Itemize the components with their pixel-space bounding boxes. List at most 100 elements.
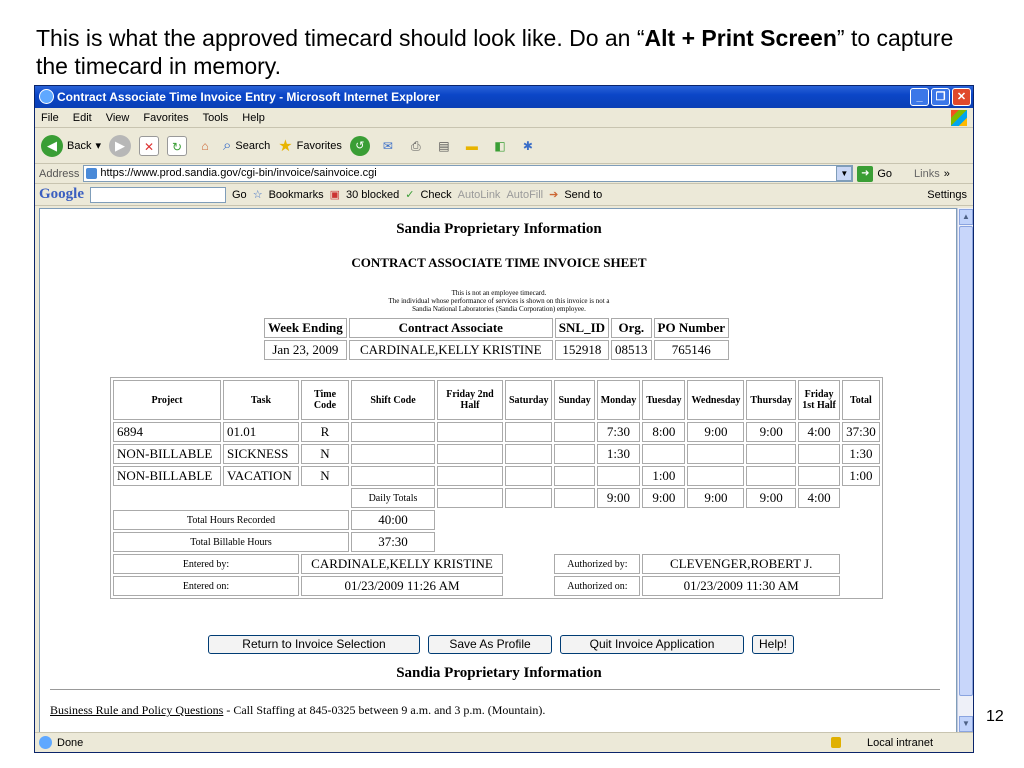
menu-edit[interactable]: Edit xyxy=(73,108,92,127)
cell-tuesday xyxy=(642,444,686,464)
page-number: 12 xyxy=(986,708,1004,725)
authorized-on-label: Authorized on: xyxy=(554,576,641,596)
star-icon[interactable]: ☆ xyxy=(253,188,263,201)
total-hours-value: 40:00 xyxy=(351,510,435,530)
zone-label: Local intranet xyxy=(866,737,933,749)
po-number-header: PO Number xyxy=(653,318,730,338)
back-button[interactable]: ◀ Back ▾ xyxy=(41,134,101,157)
cell-friday-2nd xyxy=(437,444,503,464)
go-button[interactable]: ➜ xyxy=(857,165,874,182)
scroll-down-icon[interactable]: ▼ xyxy=(959,716,973,732)
menu-tools[interactable]: Tools xyxy=(203,108,229,127)
daily-totals-row: Daily Totals 9:00 9:00 9:00 9:00 4:00 xyxy=(113,488,880,508)
back-arrow-icon: ◀ xyxy=(41,134,63,157)
search-icon: ⌕ xyxy=(223,137,232,154)
billable-hours-row: Total Billable Hours 37:30 xyxy=(113,532,880,552)
total-friday-1st: 4:00 xyxy=(798,488,841,508)
mail-icon[interactable]: ✉ xyxy=(378,136,398,156)
scroll-up-icon[interactable]: ▲ xyxy=(959,209,973,225)
page-icon xyxy=(86,168,98,179)
cell-task: 01.01 xyxy=(223,422,299,442)
cell-wednesday: 9:00 xyxy=(687,422,745,442)
messenger-icon[interactable]: ✱ xyxy=(518,136,538,156)
col-monday: Monday xyxy=(596,380,641,420)
autofill-button[interactable]: AutoFill xyxy=(506,189,543,201)
stop-icon[interactable]: ✕ xyxy=(139,135,159,156)
cell-tuesday: 1:00 xyxy=(642,466,686,486)
col-wednesday: Wednesday xyxy=(687,380,745,420)
edit-icon[interactable]: ▤ xyxy=(434,136,454,156)
total-tuesday: 9:00 xyxy=(642,488,686,508)
forward-button[interactable]: ▶ xyxy=(109,134,131,157)
browser-window: Contract Associate Time Invoice Entry - … xyxy=(34,85,974,753)
folder-icon[interactable]: ▬ xyxy=(462,136,482,156)
chevron-right-icon[interactable]: » xyxy=(944,168,950,180)
total-wednesday: 9:00 xyxy=(687,488,745,508)
cell-total: 1:30 xyxy=(842,444,880,464)
cell-thursday: 9:00 xyxy=(746,422,797,442)
policy-link[interactable]: Business Rule and Policy Questions xyxy=(50,703,223,717)
entered-by-value: CARDINALE,KELLY KRISTINE xyxy=(301,554,503,574)
status-text: Done xyxy=(57,737,84,749)
vertical-scrollbar[interactable]: ▲ ▼ xyxy=(957,208,973,733)
cell-friday-1st xyxy=(798,444,841,464)
spacer xyxy=(842,488,880,508)
cell-project: 6894 xyxy=(113,422,221,442)
address-input[interactable]: https://www.prod.sandia.gov/cgi-bin/invo… xyxy=(83,165,854,182)
autolink-button[interactable]: AutoLink xyxy=(458,189,501,201)
authorized-by-value: CLEVENGER,ROBERT J. xyxy=(642,554,841,574)
close-button[interactable]: ✕ xyxy=(952,88,971,106)
blocked-count[interactable]: 30 blocked xyxy=(346,189,399,201)
return-button[interactable]: Return to Invoice Selection xyxy=(208,635,420,654)
scroll-thumb[interactable] xyxy=(959,226,973,696)
minimize-button[interactable]: _ xyxy=(910,88,929,106)
send-icon: ➔ xyxy=(549,189,559,201)
favorites-button[interactable]: ★ Favorites xyxy=(278,136,342,156)
go-label[interactable]: Go xyxy=(877,168,892,180)
quit-button[interactable]: Quit Invoice Application xyxy=(560,635,744,654)
back-label: Back xyxy=(67,139,92,152)
page-icon xyxy=(39,736,52,749)
search-button[interactable]: ⌕ Search xyxy=(223,137,270,154)
links-label[interactable]: Links xyxy=(914,168,940,180)
menu-file[interactable]: File xyxy=(41,108,59,127)
save-profile-button[interactable]: Save As Profile xyxy=(428,635,552,654)
associate-value: CARDINALE,KELLY KRISTINE xyxy=(348,340,553,360)
cell-shift-code xyxy=(351,422,435,442)
menu-favorites[interactable]: Favorites xyxy=(143,108,188,127)
spacer xyxy=(842,554,880,574)
google-logo[interactable]: Google xyxy=(39,186,84,203)
maximize-button[interactable]: ❐ xyxy=(931,88,950,106)
address-value: https://www.prod.sandia.gov/cgi-bin/invo… xyxy=(100,167,377,179)
col-shift-code: Shift Code xyxy=(351,380,435,420)
column-header-row: Project Task Time Code Shift Code Friday… xyxy=(113,380,880,420)
col-tuesday: Tuesday xyxy=(642,380,686,420)
col-task: Task xyxy=(223,380,299,420)
help-button[interactable]: Help! xyxy=(752,635,794,654)
send-to-button[interactable]: Send to xyxy=(564,189,602,201)
divider xyxy=(50,689,940,690)
google-search-input[interactable] xyxy=(90,186,226,203)
menu-help[interactable]: Help xyxy=(242,108,265,127)
title-bar[interactable]: Contract Associate Time Invoice Entry - … xyxy=(35,86,973,108)
cell-friday-2nd xyxy=(437,466,503,486)
bookmarks-button[interactable]: Bookmarks xyxy=(269,189,324,201)
home-icon[interactable]: ⌂ xyxy=(195,136,215,156)
billable-hours-label: Total Billable Hours xyxy=(113,532,349,552)
col-sunday: Sunday xyxy=(554,380,595,420)
research-icon[interactable]: ◧ xyxy=(490,136,510,156)
chevron-down-icon[interactable]: ▼ xyxy=(836,166,853,181)
settings-button[interactable]: Settings xyxy=(927,189,967,201)
cell-saturday xyxy=(505,444,553,464)
entered-on-value: 01/23/2009 11:26 AM xyxy=(301,576,503,596)
cell-project: NON-BILLABLE xyxy=(113,466,221,486)
menu-view[interactable]: View xyxy=(106,108,130,127)
google-go-button[interactable]: Go xyxy=(232,189,247,201)
print-icon[interactable]: ⎙ xyxy=(406,136,426,156)
refresh-icon[interactable]: ↻ xyxy=(167,135,187,156)
history-icon[interactable]: ↺ xyxy=(349,135,370,156)
spacer xyxy=(505,576,552,596)
google-toolbar: Google Go ☆ Bookmarks ▣ 30 blocked ✓ Che… xyxy=(35,184,973,206)
check-button[interactable]: Check xyxy=(420,189,451,201)
org-value: 08513 xyxy=(611,340,652,360)
